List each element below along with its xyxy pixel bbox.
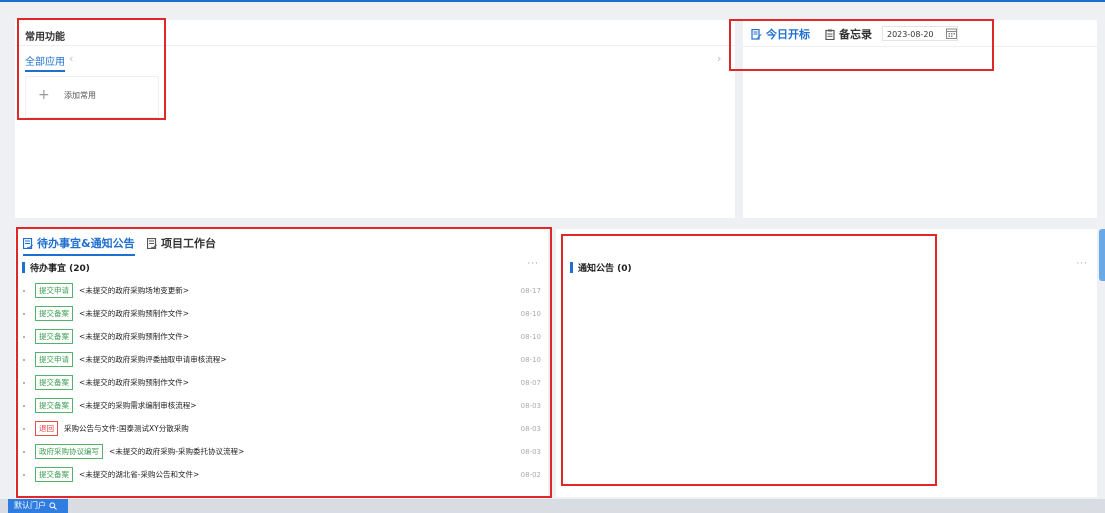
common-functions-panel: 常用功能 全部应用 ‹ › + 添加常用	[15, 20, 735, 218]
todo-list-item[interactable]: 退回 采购公告与文件:国泰测试XY分散采购 08-03	[23, 417, 541, 440]
todo-list-item[interactable]: 政府采购协议编写 <未提交的政府采购-采购委托协议流程> 08-03	[23, 440, 541, 463]
status-tag: 提交备案	[35, 398, 73, 413]
todo-item-title[interactable]: <未提交的政府采购评委抽取申请审核流程>	[79, 354, 227, 365]
plus-icon: +	[38, 87, 50, 103]
bullet-dot	[23, 358, 25, 361]
status-tag: 政府采购协议编写	[35, 444, 103, 459]
todo-heading-label: 待办事宜 (20)	[30, 264, 90, 274]
tab-memo[interactable]: 备忘录	[825, 26, 872, 42]
status-tag: 提交备案	[35, 306, 73, 321]
task-list-icon	[23, 237, 33, 249]
todo-item-date: 08-10	[520, 355, 541, 364]
tab-todo-notice[interactable]: 待办事宜&通知公告	[23, 235, 135, 256]
add-common-button[interactable]: + 添加常用	[25, 76, 159, 118]
todo-item-date: 08-02	[520, 470, 541, 479]
divider	[15, 45, 735, 46]
todo-list-item[interactable]: 提交备案 <未提交的政府采购预制作文件> 08-10	[23, 302, 541, 325]
todo-item-title[interactable]: 采购公告与文件:国泰测试XY分散采购	[64, 423, 189, 434]
default-portal-button[interactable]: 默认门户	[8, 499, 68, 513]
heading-accent-bar	[22, 262, 25, 273]
todo-item-date: 08-03	[520, 447, 541, 456]
bottom-bar	[0, 499, 1105, 513]
notice-heading-label: 通知公告 (0)	[578, 264, 632, 274]
bid-opening-panel: 今日开标 备忘录 2023-08-20	[743, 20, 1097, 218]
side-drawer-handle[interactable]	[1099, 229, 1105, 281]
todo-list: 提交申请 <未提交的政府采购场地变更新> 08-17 提交备案 <未提交的政府采购预制作…	[23, 279, 541, 486]
heading-accent-bar	[570, 262, 573, 273]
status-tag: 提交申请	[35, 352, 73, 367]
todo-item-title[interactable]: <未提交的政府采购预制作文件>	[79, 331, 189, 342]
todo-item-title[interactable]: <未提交的政府采购预制作文件>	[79, 377, 189, 388]
tab-todo-notice-label: 待办事宜&通知公告	[37, 237, 135, 250]
document-edit-icon	[751, 28, 762, 40]
todo-list-item[interactable]: 提交备案 <未提交的采购需求编制审核流程> 08-03	[23, 394, 541, 417]
bullet-dot	[23, 335, 25, 338]
todo-item-date: 08-17	[520, 286, 541, 295]
todo-item-date: 08-10	[520, 332, 541, 341]
top-accent-line	[0, 0, 1105, 2]
bullet-dot	[23, 450, 25, 453]
more-icon[interactable]: ···	[527, 259, 539, 269]
todo-list-item[interactable]: 提交申请 <未提交的政府采购场地变更新> 08-17	[23, 279, 541, 302]
todo-item-title[interactable]: <未提交的政府采购-采购委托协议流程>	[109, 446, 244, 457]
tab-project-workbench[interactable]: 项目工作台	[147, 235, 216, 251]
bullet-dot	[23, 381, 25, 384]
add-common-label: 添加常用	[64, 91, 96, 100]
todo-panel: 待办事宜&通知公告 项目工作台 待办事宜 (20) ··· 提交申请 <未提交的政…	[15, 228, 548, 497]
todo-item-title[interactable]: <未提交的采购需求编制审核流程>	[79, 400, 197, 411]
notice-heading: 通知公告 (0)	[570, 261, 632, 274]
todo-item-date: 08-03	[520, 401, 541, 410]
divider	[556, 228, 1097, 229]
chevron-right-icon[interactable]: ›	[717, 52, 721, 65]
bullet-dot	[23, 289, 25, 292]
todo-item-title[interactable]: <未提交的政府采购场地变更新>	[79, 285, 189, 296]
todo-item-date: 08-03	[520, 424, 541, 433]
todo-list-item[interactable]: 提交备案 <未提交的政府采购预制作文件> 08-07	[23, 371, 541, 394]
calendar-icon[interactable]	[946, 28, 957, 39]
todo-list-item[interactable]: 提交备案 <未提交的湖北省-采购公告和文件> 08-02	[23, 463, 541, 486]
common-functions-title: 常用功能	[25, 32, 65, 43]
bullet-dot	[23, 427, 25, 430]
task-list-icon	[147, 237, 157, 249]
clipboard-icon	[825, 29, 835, 40]
bullet-dot	[23, 473, 25, 476]
notice-panel: 通知公告 (0) ···	[556, 228, 1097, 497]
status-tag: 提交申请	[35, 283, 73, 298]
tab-memo-label: 备忘录	[839, 28, 872, 41]
todo-item-title[interactable]: <未提交的政府采购预制作文件>	[79, 308, 189, 319]
chevron-left-icon[interactable]: ‹	[69, 52, 73, 65]
todo-item-date: 08-10	[520, 309, 541, 318]
tab-project-workbench-label: 项目工作台	[161, 237, 216, 250]
tab-today-bid-opening[interactable]: 今日开标	[751, 26, 810, 42]
more-icon[interactable]: ···	[1076, 259, 1088, 269]
todo-item-title[interactable]: <未提交的湖北省-采购公告和文件>	[79, 469, 199, 480]
todo-list-item[interactable]: 提交申请 <未提交的政府采购评委抽取申请审核流程> 08-10	[23, 348, 541, 371]
status-tag: 提交备案	[35, 329, 73, 344]
todo-item-date: 08-07	[520, 378, 541, 387]
search-icon	[49, 502, 57, 510]
default-portal-label: 默认门户	[14, 501, 46, 510]
bullet-dot	[23, 404, 25, 407]
status-tag: 提交备案	[35, 375, 73, 390]
status-tag: 提交备案	[35, 467, 73, 482]
todo-list-item[interactable]: 提交备案 <未提交的政府采购预制作文件> 08-10	[23, 325, 541, 348]
divider	[743, 46, 1097, 47]
status-tag: 退回	[35, 421, 58, 436]
tab-today-bid-label: 今日开标	[766, 28, 810, 41]
tab-all-apps[interactable]: 全部应用	[25, 53, 65, 72]
bullet-dot	[23, 312, 25, 315]
todo-heading: 待办事宜 (20)	[22, 261, 90, 274]
